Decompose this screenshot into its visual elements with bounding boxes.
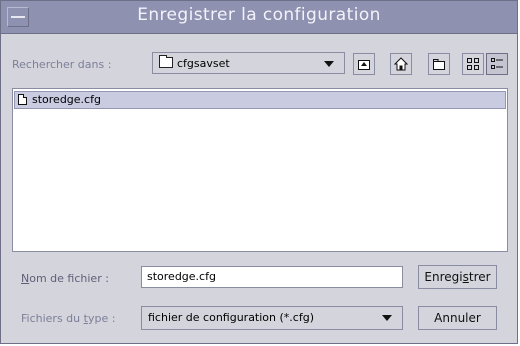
filetype-combo[interactable]: fichier de configuration (*.cfg): [141, 306, 403, 330]
list-view-icon: [467, 58, 479, 70]
filename-label: Nom de fichier :: [21, 272, 109, 285]
document-icon: [18, 94, 27, 105]
list-view-button[interactable]: [462, 53, 484, 75]
up-folder-icon: [358, 60, 370, 70]
save-dialog: Enregistrer la configuration Rechercher …: [0, 0, 518, 344]
up-folder-button[interactable]: [353, 53, 375, 75]
window-title: Enregistrer la configuration: [137, 5, 381, 25]
new-folder-button[interactable]: [428, 53, 450, 75]
filename-input[interactable]: storedge.cfg: [141, 266, 403, 288]
look-in-combo[interactable]: cfgsavset: [152, 52, 345, 74]
folder-icon: [159, 55, 173, 68]
filetype-label: Fichiers du type :: [21, 312, 116, 325]
chevron-down-icon: [382, 315, 392, 321]
home-button[interactable]: [390, 53, 412, 75]
file-item[interactable]: storedge.cfg: [14, 91, 506, 109]
title-bar: Enregistrer la configuration: [1, 1, 517, 34]
home-icon: [393, 57, 409, 71]
details-view-icon: [491, 58, 503, 69]
save-button[interactable]: Enregistrer: [418, 265, 497, 289]
chevron-down-icon: [324, 61, 334, 67]
cancel-button[interactable]: Annuler: [418, 306, 497, 330]
new-folder-icon: [433, 59, 445, 70]
look-in-label: Rechercher dans :: [12, 58, 112, 71]
filetype-value: fichier de configuration (*.cfg): [148, 311, 314, 324]
details-view-button[interactable]: [486, 53, 508, 75]
look-in-value: cfgsavset: [177, 57, 230, 70]
file-list[interactable]: storedge.cfg: [12, 88, 508, 252]
file-name: storedge.cfg: [32, 93, 101, 106]
